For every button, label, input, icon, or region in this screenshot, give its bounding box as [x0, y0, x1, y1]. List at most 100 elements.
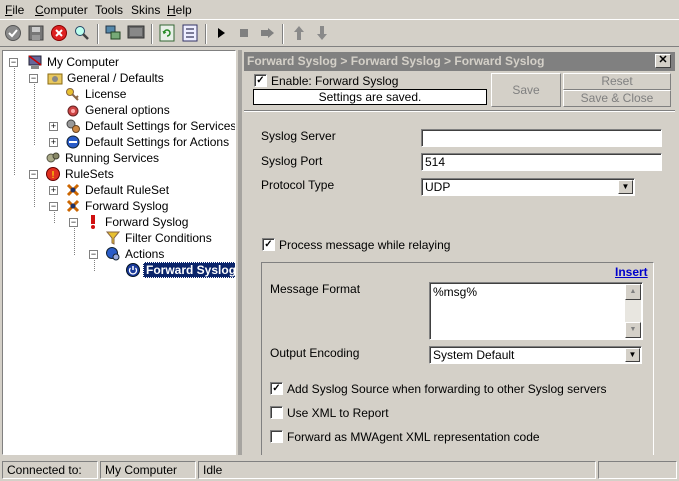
expand-icon[interactable]: + — [49, 138, 58, 147]
panel-divider — [244, 110, 675, 112]
save-icon[interactable] — [27, 24, 45, 42]
tree-node-forward-syslog-ruleset[interactable]: − Forward Syslog — [47, 198, 227, 214]
menu-help[interactable]: Help — [167, 3, 192, 17]
toolbar-separator — [97, 24, 99, 44]
settings-folder-icon — [47, 73, 63, 85]
output-encoding-select[interactable]: System Default ▼ — [429, 346, 642, 364]
splitter[interactable] — [237, 50, 243, 455]
forward-mwagent-checkbox[interactable] — [270, 430, 283, 443]
message-format-value: %msg% — [433, 285, 478, 299]
toolbar — [0, 19, 679, 47]
tree-node-my-computer[interactable]: − My Computer — [7, 54, 227, 70]
ok-icon[interactable] — [4, 24, 22, 42]
tree-node-running-services[interactable]: Running Services — [27, 150, 227, 166]
status-connected-label: Connected to: — [2, 461, 98, 479]
add-source-checkbox[interactable]: ✓ — [270, 382, 283, 395]
refresh-icon[interactable] — [158, 24, 176, 42]
tree-node-license[interactable]: License — [47, 86, 227, 102]
power-icon — [126, 263, 140, 277]
collapse-icon[interactable]: − — [49, 202, 58, 211]
insert-link[interactable]: Insert — [615, 265, 648, 279]
status-state: Idle — [198, 461, 596, 479]
status-computer: My Computer — [100, 461, 196, 479]
tree-node-forward-syslog-action[interactable]: Forward Syslog — [107, 262, 235, 278]
menu-file[interactable]: File — [5, 3, 24, 17]
use-xml-checkbox[interactable] — [270, 406, 283, 419]
arrow-up-icon[interactable] — [290, 24, 308, 42]
use-xml-label: Use XML to Report — [287, 406, 389, 420]
save-button[interactable]: Save — [491, 73, 561, 107]
rule-icon — [91, 215, 95, 229]
config-icon[interactable] — [181, 24, 199, 42]
menu-skins[interactable]: Skins — [131, 3, 160, 17]
protocol-type-value: UDP — [425, 180, 451, 194]
expand-icon[interactable]: + — [49, 122, 58, 131]
svg-text:!: ! — [51, 170, 55, 181]
actions-icon — [66, 135, 80, 149]
stop-square-icon[interactable] — [235, 24, 253, 42]
syslog-port-input[interactable]: 514 — [421, 153, 662, 171]
menu-computer[interactable]: Computer — [35, 3, 88, 17]
arrow-down-icon[interactable] — [313, 24, 331, 42]
tree-node-actions[interactable]: − Actions — [87, 246, 227, 262]
computer-icon — [28, 55, 42, 69]
gears-icon — [66, 119, 80, 133]
forward-mwagent-label: Forward as MWAgent XML representation co… — [287, 430, 540, 444]
ruleset-icon — [66, 199, 80, 213]
toolbar-separator — [205, 24, 207, 44]
ruleset-icon — [66, 183, 80, 197]
options-icon — [67, 105, 79, 117]
message-format-textarea[interactable]: %msg% ▲ ▼ — [429, 282, 643, 340]
play-icon[interactable] — [212, 24, 230, 42]
output-encoding-label: Output Encoding — [270, 346, 360, 360]
enable-checkbox[interactable]: ✓ — [254, 74, 267, 87]
search-icon[interactable] — [73, 24, 91, 42]
syslog-server-input[interactable] — [421, 129, 662, 147]
tree-node-general-defaults[interactable]: − General / Defaults — [27, 70, 227, 86]
process-relay-checkbox[interactable]: ✓ — [262, 238, 275, 251]
status-extra — [598, 461, 677, 479]
tree-node-default-settings-services[interactable]: + Default Settings for Services — [47, 118, 235, 134]
tree-node-default-ruleset[interactable]: + Default RuleSet — [47, 182, 227, 198]
reset-button[interactable]: Reset — [563, 73, 671, 90]
collapse-icon[interactable]: − — [29, 74, 38, 83]
protocol-type-select[interactable]: UDP ▼ — [421, 178, 635, 196]
tree-node-general-options[interactable]: General options — [47, 102, 227, 118]
collapse-icon[interactable]: − — [69, 218, 78, 227]
navigation-tree: − My Computer − General / Defaults Licen… — [2, 50, 236, 455]
panel-title: Forward Syslog > Forward Syslog > Forwar… — [247, 54, 545, 68]
tree-node-rulesets[interactable]: − ! RuleSets — [27, 166, 227, 182]
splitter-bar[interactable] — [238, 50, 242, 455]
stop-icon[interactable] — [50, 24, 68, 42]
monitor-icon[interactable] — [127, 24, 145, 42]
enable-label: Enable: Forward Syslog — [271, 74, 399, 88]
collapse-icon[interactable]: − — [29, 170, 38, 179]
chevron-down-icon[interactable]: ▼ — [625, 348, 640, 362]
scroll-down-icon[interactable]: ▼ — [625, 322, 641, 338]
scroll-up-icon[interactable]: ▲ — [625, 284, 641, 300]
running-gears-icon — [46, 152, 60, 163]
tree-node-forward-syslog-rule[interactable]: − Forward Syslog — [67, 214, 227, 230]
toolbar-separator — [151, 24, 153, 44]
save-close-button[interactable]: Save & Close — [563, 90, 671, 107]
collapse-icon[interactable]: − — [89, 250, 98, 259]
tree-node-default-settings-actions[interactable]: + Default Settings for Actions — [47, 134, 229, 150]
output-encoding-value: System Default — [433, 348, 515, 362]
menu-tools[interactable]: Tools — [95, 3, 123, 17]
step-icon[interactable] — [258, 24, 276, 42]
textarea-scrollbar[interactable]: ▲ ▼ — [625, 284, 641, 338]
close-icon[interactable]: ✕ — [655, 54, 671, 68]
network-icon[interactable] — [104, 24, 122, 42]
status-message: Settings are saved. — [253, 89, 487, 105]
actions-icon — [106, 247, 120, 261]
panel-title-bar: Forward Syslog > Forward Syslog > Forwar… — [244, 52, 675, 71]
chevron-down-icon[interactable]: ▼ — [618, 180, 633, 194]
status-bar: Connected to: My Computer Idle — [0, 459, 679, 481]
protocol-type-label: Protocol Type — [261, 178, 335, 192]
collapse-icon[interactable]: − — [9, 58, 18, 67]
tree-node-filter-conditions[interactable]: Filter Conditions — [87, 230, 227, 246]
menu-bar: File Computer Tools Skins Help — [0, 0, 679, 19]
expand-icon[interactable]: + — [49, 186, 58, 195]
toolbar-separator — [282, 24, 284, 44]
key-icon — [66, 88, 79, 101]
